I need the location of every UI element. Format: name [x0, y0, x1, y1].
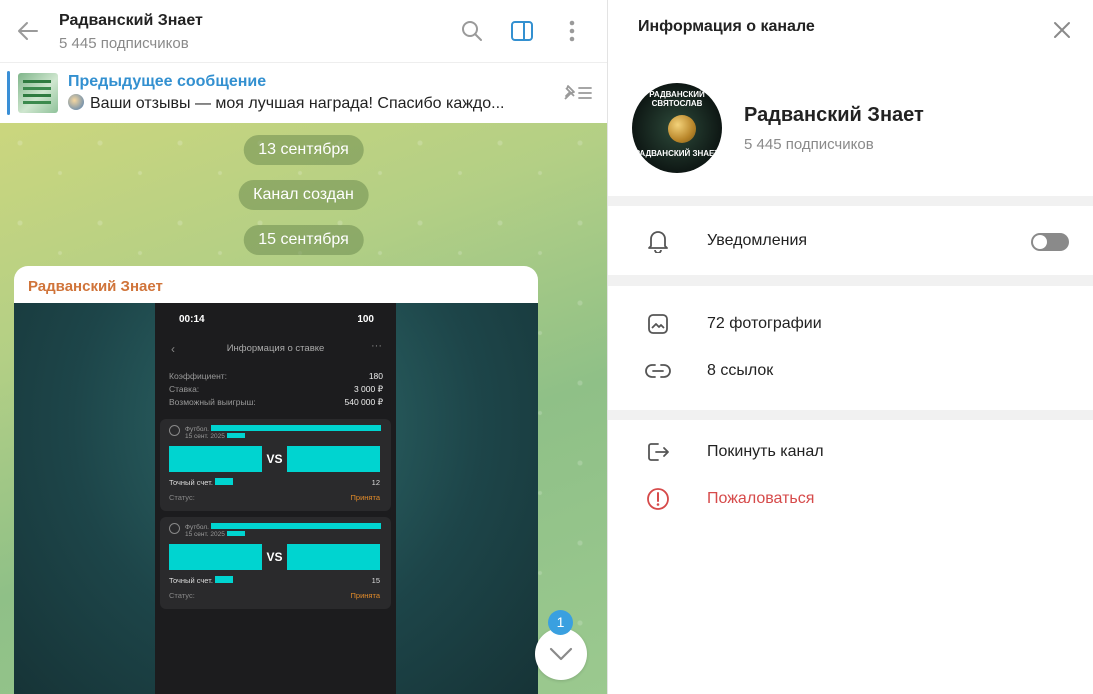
- pin-list-icon: [564, 85, 592, 100]
- leave-icon: [647, 443, 669, 461]
- more-horizontal-icon: ···: [371, 340, 382, 352]
- status-value: Принята: [350, 591, 380, 600]
- message-author[interactable]: Радванский Знает: [28, 278, 163, 295]
- links-label: 8 ссылок: [707, 362, 774, 379]
- search-icon: [462, 21, 482, 41]
- card-sport: Футбол.: [185, 524, 209, 531]
- emoji-icon: [68, 94, 84, 110]
- screenshot-title: Информация о ставке: [226, 343, 325, 354]
- date-separator: 13 сентября: [243, 135, 364, 165]
- phone-battery: 100: [357, 314, 374, 325]
- report-icon: [646, 488, 669, 510]
- pinned-indicator: [7, 71, 10, 115]
- notifications-toggle[interactable]: [1031, 233, 1069, 251]
- report-row[interactable]: Пожаловаться: [608, 476, 1093, 522]
- notifications-row[interactable]: Уведомления: [608, 218, 1093, 264]
- football-icon: [169, 523, 180, 534]
- pinned-message-bar[interactable]: Предыдущее сообщение Ваши отзывы — моя л…: [0, 62, 607, 123]
- chevron-down-icon: [549, 647, 573, 661]
- bet-value: 15: [371, 576, 380, 585]
- team-redacted: [286, 446, 380, 472]
- pinned-label: Предыдущее сообщение: [68, 73, 267, 90]
- chat-subscribers: 5 445 подписчиков: [59, 34, 189, 52]
- avatar-bottom-text: РАДВАНСКИЙ ЗНАЕТ: [634, 149, 720, 158]
- chat-header: Радванский Знает 5 445 подписчиков: [0, 0, 607, 62]
- info-panel-title: Информация о канале: [638, 18, 815, 35]
- vs-label: VS: [266, 550, 283, 564]
- close-button[interactable]: [1046, 14, 1078, 46]
- bet-card: Футбол. 15 сент. 2025 VS Точный счет. 15…: [160, 517, 391, 609]
- bet-row-value: 180: [368, 371, 383, 381]
- pinned-thumbnail: [18, 73, 58, 113]
- bet-value: 12: [371, 478, 380, 487]
- toggle-sidebar-button[interactable]: [504, 13, 540, 49]
- photos-label: 72 фотографии: [707, 315, 822, 332]
- bet-type: Точный счет.: [169, 478, 213, 487]
- bet-card: Футбол. 15 сент. 2025 VS Точный счет. 12…: [160, 419, 391, 511]
- phone-status-bar: 00:14 100: [155, 303, 396, 325]
- telegram-window: Радванский Знает 5 445 подписчиков Преды…: [0, 0, 1093, 694]
- arrow-left-icon: [18, 22, 38, 40]
- team-redacted: [169, 446, 262, 472]
- report-label: Пожаловаться: [707, 490, 815, 507]
- bet-row-value: 3 000 ₽: [353, 384, 383, 394]
- message-bubble[interactable]: Радванский Знает 00:14 100 ‹ Информация …: [14, 266, 538, 694]
- bet-row-value: 540 000 ₽: [344, 397, 384, 407]
- status-value: Принята: [350, 493, 380, 502]
- date-separator: 15 сентября: [243, 225, 364, 255]
- status-label: Статус:: [169, 591, 195, 600]
- pinned-list-button[interactable]: [554, 71, 598, 115]
- scroll-to-bottom-button[interactable]: [535, 628, 587, 680]
- bet-row-label: Коэффициент:: [169, 371, 228, 381]
- chevron-left-icon: ‹: [171, 342, 175, 356]
- football-icon: [169, 425, 180, 436]
- message-photo[interactable]: 00:14 100 ‹ Информация о ставке ··· Коэф…: [14, 303, 538, 694]
- more-menu-button[interactable]: [554, 13, 590, 49]
- bet-row-label: Возможный выигрыш:: [169, 397, 256, 407]
- links-row[interactable]: 8 ссылок: [608, 348, 1093, 394]
- vs-label: VS: [266, 452, 283, 466]
- media-section: 72 фотографии 8 ссылок: [608, 286, 1093, 410]
- leave-channel-row[interactable]: Покинуть канал: [608, 429, 1093, 475]
- notifications-label: Уведомления: [707, 232, 808, 249]
- bet-screenshot: 00:14 100 ‹ Информация о ставке ··· Коэф…: [155, 303, 396, 694]
- golden-ball-icon: [668, 115, 696, 143]
- channel-info-panel: Информация о канале РАДВАНСКИЙ СВЯТОСЛАВ…: [608, 0, 1093, 694]
- service-message: Канал создан: [238, 180, 369, 210]
- avatar-top-text: РАДВАНСКИЙ СВЯТОСЛАВ: [649, 90, 705, 108]
- bet-type: Точный счет.: [169, 576, 213, 585]
- channel-subscribers: 5 445 подписчиков: [744, 136, 874, 153]
- channel-name: Радванский Знает: [744, 104, 924, 126]
- unread-badge: 1: [548, 610, 573, 635]
- leave-channel-label: Покинуть канал: [707, 443, 824, 460]
- chat-title: Радванский Знает: [59, 11, 203, 29]
- chat-header-titles[interactable]: Радванский Знает 5 445 подписчиков: [56, 11, 454, 52]
- bet-row-label: Ставка:: [169, 384, 200, 394]
- more-vertical-icon: [569, 20, 575, 42]
- back-button[interactable]: [0, 3, 56, 59]
- channel-avatar[interactable]: РАДВАНСКИЙ СВЯТОСЛАВ РАДВАНСКИЙ ЗНАЕТ: [632, 83, 722, 173]
- pinned-text: Ваши отзывы — моя лучшая награда! Спасиб…: [90, 95, 505, 112]
- channel-info-header: Информация о канале РАДВАНСКИЙ СВЯТОСЛАВ…: [608, 0, 1093, 196]
- team-redacted: [286, 544, 380, 570]
- link-icon: [644, 364, 671, 378]
- bell-icon: [647, 231, 668, 253]
- search-button[interactable]: [454, 13, 490, 49]
- photos-row[interactable]: 72 фотографии: [608, 301, 1093, 347]
- team-redacted: [169, 544, 262, 570]
- card-sport: Футбол.: [185, 426, 209, 433]
- sidebar-icon: [511, 21, 533, 41]
- card-date: 15 сент. 2025: [185, 531, 225, 538]
- close-icon: [1054, 22, 1070, 38]
- chat-panel: Радванский Знает 5 445 подписчиков Преды…: [0, 0, 608, 694]
- phone-time: 00:14: [179, 314, 205, 325]
- notifications-section: Уведомления: [608, 206, 1093, 275]
- photo-icon: [647, 314, 668, 334]
- card-date: 15 сент. 2025: [185, 433, 225, 440]
- actions-section: Покинуть канал Пожаловаться: [608, 420, 1093, 694]
- status-label: Статус:: [169, 493, 195, 502]
